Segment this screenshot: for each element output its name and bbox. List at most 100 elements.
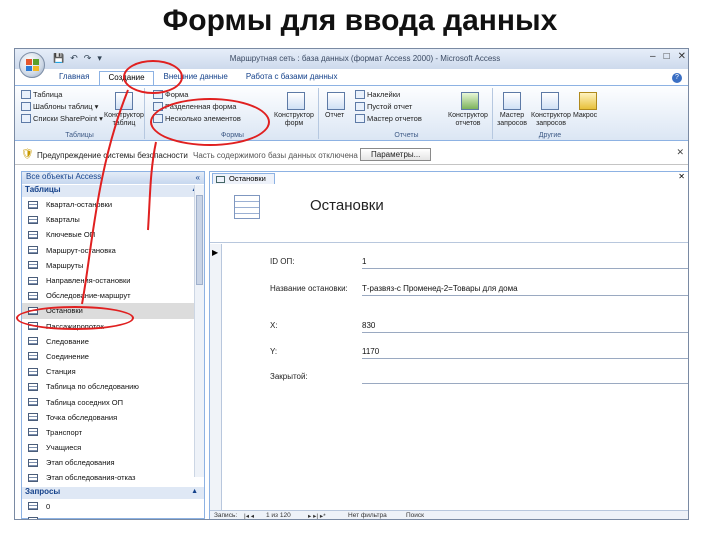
table-templates-button[interactable]: Шаблоны таблиц ▾ (21, 102, 98, 111)
table-button[interactable]: Таблица (21, 90, 62, 99)
field-value[interactable]: 830 (362, 321, 375, 330)
field-input-line[interactable] (362, 268, 688, 269)
sharepoint-lists-label: Списки SharePoint ▾ (33, 114, 103, 123)
options-button[interactable]: Параметры... (360, 148, 432, 161)
tab-database-tools[interactable]: Работа с базами данных (238, 71, 346, 85)
nav-item-label: Направления-остановки (46, 276, 131, 286)
nav-item-label: Следование (46, 336, 89, 346)
nav-table-item[interactable]: Кварталы (22, 212, 204, 227)
redo-icon[interactable]: ↷ (84, 53, 92, 64)
quick-access-toolbar: 💾 ↶ ↷ ▾ (53, 53, 102, 64)
help-icon[interactable]: ? (672, 73, 682, 83)
field-input-line[interactable] (362, 332, 688, 333)
close-message-bar-icon[interactable]: ✕ (676, 147, 684, 158)
customize-qat-icon[interactable]: ▾ (97, 53, 102, 64)
document-tab[interactable]: Остановки (212, 173, 275, 184)
collapse-nav-icon[interactable]: « (196, 173, 200, 182)
nav-header[interactable]: Все объекты Access « (22, 172, 204, 184)
table-templates-label: Шаблоны таблиц ▾ (33, 102, 99, 111)
blank-report-button[interactable]: Пустой отчет (355, 102, 412, 111)
nav-table-item[interactable]: Этап обследования (22, 455, 204, 470)
next-record-button[interactable]: ▸ ▸| ▸* (308, 512, 326, 519)
field-input-line[interactable] (362, 358, 688, 359)
nav-query-item[interactable]: 0 (22, 499, 204, 514)
nav-table-item[interactable]: Соединение (22, 349, 204, 364)
table-icon (28, 428, 38, 437)
nav-item-label: Соединение (46, 351, 89, 361)
field-input-line[interactable] (362, 383, 688, 384)
first-record-button[interactable]: |◂ ◂ (244, 512, 254, 519)
report-design-icon[interactable] (461, 92, 479, 110)
nav-table-item[interactable]: Маршрут-остановка (22, 243, 204, 258)
table-icon (28, 276, 38, 285)
nav-table-item[interactable]: Точка обследования (22, 410, 204, 425)
close-button[interactable]: ✕ (678, 51, 686, 62)
nav-table-item[interactable]: Квартал-остановки (22, 197, 204, 212)
nav-table-item[interactable]: Транспорт (22, 425, 204, 440)
tab-home[interactable]: Главная (51, 71, 97, 85)
nav-scrollbar[interactable] (194, 185, 204, 477)
table-icon (28, 200, 38, 209)
nav-section-tables[interactable]: Таблицы▲ (22, 185, 204, 197)
form-design-icon[interactable] (287, 92, 305, 110)
nav-table-item[interactable]: Таблица соседних ОП (22, 394, 204, 409)
nav-table-item[interactable]: Обследование-маршрут (22, 288, 204, 303)
document-tab-label: Остановки (229, 174, 266, 183)
table-icon (28, 246, 38, 255)
nav-query-list: 0 Для проверки (22, 499, 204, 519)
nav-query-item[interactable]: Для проверки (22, 514, 204, 519)
field-input-line[interactable] (362, 295, 688, 296)
report-wizard-button[interactable]: Мастер отчетов (355, 114, 422, 123)
query-wizard-icon[interactable] (503, 92, 521, 110)
nav-table-item[interactable]: Ключевые ОП (22, 227, 204, 242)
nav-header-label: Все объекты Access (26, 172, 102, 181)
office-button[interactable] (19, 52, 45, 78)
table-design-icon[interactable] (115, 92, 133, 110)
labels-icon (355, 90, 365, 99)
security-warning-detail: Часть содержимого базы данных отключена (193, 151, 358, 160)
nav-table-item[interactable]: Следование (22, 334, 204, 349)
table-icon (21, 90, 31, 99)
table-design-label: Конструктор таблиц (104, 112, 144, 127)
nav-scroll-thumb[interactable] (196, 195, 203, 285)
table-icon (28, 398, 38, 407)
nav-table-item[interactable]: Станция (22, 364, 204, 379)
nav-table-item[interactable]: Направления-остановки (22, 273, 204, 288)
macro-icon[interactable] (579, 92, 597, 110)
nav-table-item[interactable]: Маршруты (22, 258, 204, 273)
undo-icon[interactable]: ↶ (70, 53, 78, 64)
navigation-pane: Все объекты Access « Таблицы▲ Квартал-ост… (21, 171, 205, 519)
form-design-label: Конструктор форм (274, 112, 314, 127)
nav-section-queries[interactable]: Запросы ▲ (22, 486, 204, 499)
search-box[interactable]: Поиск (406, 512, 424, 519)
query-design-icon[interactable] (541, 92, 559, 110)
report-icon[interactable] (327, 92, 345, 110)
labels-button[interactable]: Наклейки (355, 90, 400, 99)
nav-table-item[interactable]: Этап обследования-отказ (22, 470, 204, 485)
table-icon (28, 261, 38, 270)
field-value[interactable]: 1170 (362, 347, 379, 356)
close-document-icon[interactable]: ✕ (678, 172, 685, 181)
group-reports: Отчет Наклейки Пустой отчет Мастер отчет… (321, 88, 493, 139)
field-value[interactable]: Т-развяз-с Променед-2=Товары для дома (362, 284, 518, 293)
sharepoint-lists-button[interactable]: Списки SharePoint ▾ (21, 114, 103, 123)
nav-item-label: Точка обследования (46, 412, 118, 422)
nav-table-item[interactable]: Таблица по обследованию (22, 379, 204, 394)
nav-item-label: Квартал-остановки (46, 200, 113, 210)
save-icon[interactable]: 💾 (53, 53, 64, 64)
nav-item-label: Транспорт (46, 427, 83, 437)
filter-status[interactable]: Нет фильтра (348, 512, 387, 519)
field-label: Закрытой: (270, 372, 308, 381)
nav-item-label: Этап обследования (46, 458, 115, 468)
table-icon (28, 352, 38, 361)
minimize-button[interactable]: – (650, 51, 656, 62)
record-label: Запись: (214, 512, 238, 519)
record-position[interactable]: 1 из 120 (266, 512, 291, 519)
form-title: Остановки (310, 197, 384, 214)
table-icon (28, 458, 38, 467)
nav-table-item[interactable]: Учащиеся (22, 440, 204, 455)
record-selector[interactable]: ▶ (210, 244, 222, 514)
nav-item-label: Этап обследования-отказ (46, 473, 136, 483)
maximize-button[interactable]: □ (664, 51, 670, 62)
field-value[interactable]: 1 (362, 257, 366, 266)
